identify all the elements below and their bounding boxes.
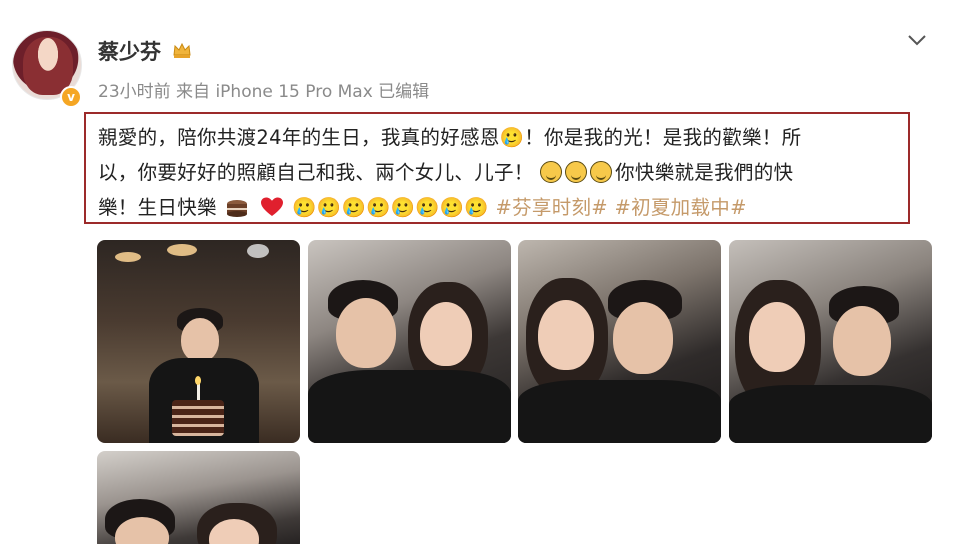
person-face [420,302,472,366]
post-photo[interactable] [97,451,300,544]
laughing-emoji-icon [590,161,613,183]
candle [197,384,200,400]
post-photo[interactable] [308,240,511,443]
candle-flame [195,376,201,385]
unrendered-emoji-boxes: 🥲🥲🥲🥲🥲🥲🥲🥲 [292,196,489,219]
post-text-line-2-tail: 你快樂就是我們的快 [615,161,794,184]
laughing-emoji-icon [565,161,588,183]
heart-icon [260,197,283,216]
person-shirt [308,370,511,443]
laughing-emoji-icon [540,161,563,183]
cake-icon [227,200,248,217]
ceiling-lamp [167,244,197,256]
post-text-line-1: 親愛的，陪你共渡24年的生日，我真的好感恩🥲！你是我的光！是我的歡樂！所 [98,126,802,149]
post-photo[interactable] [729,240,932,443]
birthday-cake [172,400,224,436]
post-meta: 23小时前 来自 iPhone 15 Pro Max 已编辑 [98,82,430,102]
post-text-line-2-start: 以，你要好好的照顧自己和我、兩个女儿、儿子！ [98,161,534,184]
post-photo[interactable] [518,240,721,443]
person-face [749,302,805,372]
person-shirt [729,385,932,443]
hashtag-link[interactable]: #初夏加载中# [614,196,746,219]
person-face [538,300,594,370]
person-face [181,318,219,362]
person-face [833,306,891,376]
post-text-highlighted: 親愛的，陪你共渡24年的生日，我真的好感恩🥲！你是我的光！是我的歡樂！所 以，你… [84,112,910,224]
post-text-line-3: 樂！生日快樂 🥲🥲🥲🥲🥲🥲🥲🥲 #芬享时刻# #初夏加载中# [98,190,898,225]
ceiling-lamp [115,252,141,262]
post-photo[interactable] [97,240,300,443]
person-face [336,298,396,368]
person-shirt [518,380,721,443]
username[interactable]: 蔡少芬 [98,36,161,66]
hashtag-link[interactable]: #芬享时刻# [495,196,607,219]
ceiling-lamp [247,244,269,258]
verified-v-icon: v [60,86,82,108]
post-text-line-3-start: 樂！生日快樂 [98,196,217,219]
person-face [613,302,673,374]
weibo-post: v 蔡少芬 23小时前 来自 iPhone 15 Pro Max 已编辑 親愛的… [0,0,960,544]
chevron-down-icon[interactable] [906,32,928,48]
post-text-line-2: 以，你要好好的照顧自己和我、兩个女儿、儿子！ 你快樂就是我們的快 [98,155,898,190]
crown-icon[interactable] [172,41,192,59]
